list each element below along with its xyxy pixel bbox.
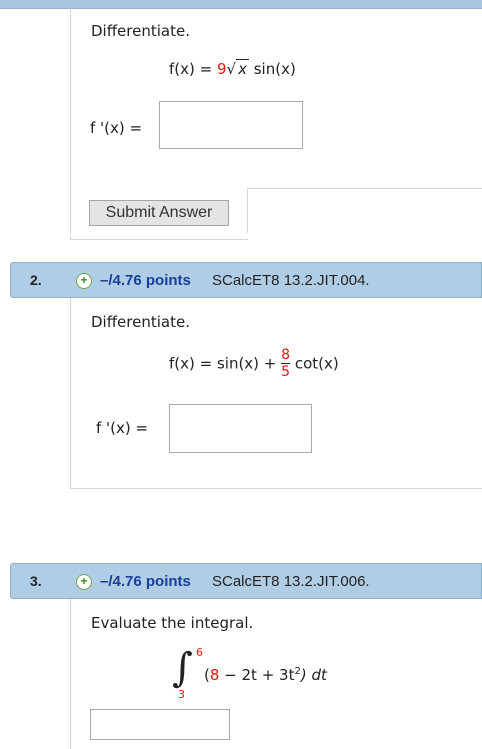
q1-func-coef: 9 <box>216 60 227 78</box>
q3-integrand-a: 8 <box>209 666 220 684</box>
q2-frac-num: 8 <box>281 347 291 363</box>
q2-bottom-border <box>70 488 482 489</box>
q3-lower-limit: 3 <box>178 688 185 701</box>
previous-question-header <box>0 0 482 9</box>
q2-function: f(x) = sin(x) + 85 cot(x) <box>169 348 339 379</box>
integral-sign: ∫ <box>172 645 193 691</box>
expand-plus-icon-2[interactable]: + <box>76 574 92 590</box>
q3-integrand: (8 − 2t + 3t2) dt <box>204 666 327 684</box>
q1-func-lhs: f(x) = <box>169 60 217 78</box>
q2-func-lhs: f(x) = sin(x) + <box>169 354 282 373</box>
q1-divider-vertical <box>247 188 248 233</box>
q3-integrand-c: ) dt <box>300 666 327 684</box>
q1-prompt: Differentiate. <box>91 22 190 40</box>
q2-answer-label: f '(x) = <box>96 419 149 437</box>
q1-left-border <box>70 8 71 240</box>
q3-points[interactable]: –/4.76 points <box>100 573 191 590</box>
q3-prompt: Evaluate the integral. <box>91 614 254 632</box>
q1-bottom-border <box>70 239 248 240</box>
q2-code: SCalcET8 13.2.JIT.004. <box>212 272 370 289</box>
q3-code: SCalcET8 13.2.JIT.006. <box>212 573 370 590</box>
q3-integrand-b: − 2t + 3t <box>219 666 295 684</box>
q2-frac-den: 5 <box>281 364 291 380</box>
q2-prompt: Differentiate. <box>91 313 190 331</box>
q3-left-border <box>70 599 71 749</box>
q1-function: f(x) = 9√ x sin(x) <box>169 59 296 78</box>
sqrt-symbol: √ <box>226 60 237 78</box>
q2-number: 2. <box>30 272 42 288</box>
expand-plus-icon[interactable]: + <box>76 273 92 289</box>
q1-answer-input[interactable] <box>159 101 303 149</box>
q2-fraction: 85 <box>281 347 291 380</box>
q1-func-rest: sin(x) <box>248 60 296 78</box>
q1-answer-label: f '(x) = <box>90 119 143 137</box>
q1-func-radicand: x <box>236 59 249 78</box>
q2-left-border <box>70 298 71 489</box>
q3-answer-input[interactable] <box>90 709 230 740</box>
q2-points[interactable]: –/4.76 points <box>100 272 191 289</box>
q1-divider <box>248 188 482 189</box>
q2-answer-input[interactable] <box>169 404 312 453</box>
submit-answer-button[interactable]: Submit Answer <box>89 200 229 226</box>
q2-func-rest: cot(x) <box>290 354 339 373</box>
q3-number: 3. <box>30 573 42 589</box>
q3-upper-limit: 6 <box>196 646 203 659</box>
